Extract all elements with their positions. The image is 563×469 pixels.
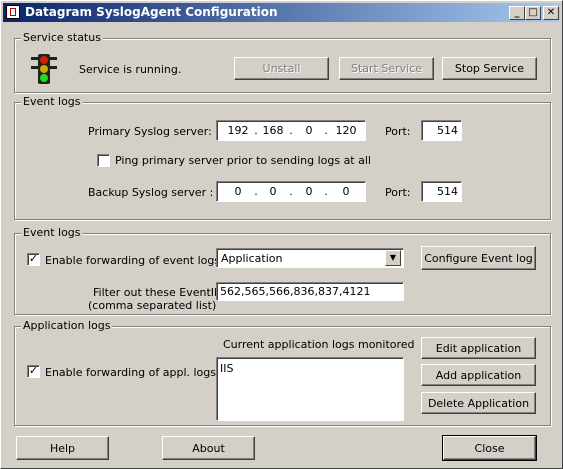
uninstall-button[interactable]: Unstall (234, 57, 329, 80)
enable-appl-logs-checkbox[interactable]: ✓ (27, 365, 40, 378)
delete-application-button[interactable]: Delete Application (421, 392, 536, 414)
app-window: Datagram SyslogAgent Configuration _ □ ✕… (0, 0, 563, 469)
close-window-button[interactable]: ✕ (543, 6, 559, 20)
enable-appl-logs-label: Enable forwarding of appl. logs (45, 366, 216, 379)
event-logs-group-label: Event logs (21, 226, 83, 239)
ip-dot: . (254, 185, 258, 198)
primary-server-label: Primary Syslog server: (88, 125, 212, 138)
traffic-light-icon (31, 54, 57, 84)
primary-ip-octet-4: 120 (335, 124, 357, 137)
help-button[interactable]: Help (16, 436, 109, 460)
primary-ip-octet-2: 168 (262, 124, 284, 137)
list-item[interactable]: IIS (220, 362, 233, 375)
add-application-button[interactable]: Add application (421, 364, 536, 386)
ping-primary-label: Ping primary server prior to sending log… (115, 154, 371, 167)
syslog-servers-group-label: Event logs (21, 95, 83, 108)
primary-ip-octet-3: 0 (305, 124, 313, 137)
primary-port-field[interactable]: 514 (421, 120, 462, 141)
ip-dot: . (324, 124, 328, 137)
monitored-logs-label: Current application logs monitored (223, 338, 415, 351)
event-log-select[interactable]: Application ▼ (216, 248, 404, 268)
backup-ip-field[interactable]: 0 . 0 . 0 . 0 (216, 181, 366, 202)
chevron-down-icon[interactable]: ▼ (385, 250, 401, 266)
backup-ip-octet-2: 0 (269, 185, 277, 198)
backup-port-field[interactable]: 514 (421, 181, 462, 202)
application-logs-list[interactable]: IIS (216, 357, 404, 421)
primary-port-label: Port: (385, 125, 411, 138)
primary-ip-field[interactable]: 192 . 168 . 0 . 120 (216, 120, 366, 141)
backup-ip-octet-1: 0 (234, 185, 242, 198)
ip-dot: . (289, 124, 293, 137)
filter-eventids-hint: (comma separated list) (88, 299, 217, 312)
title-bar[interactable]: Datagram SyslogAgent Configuration _ □ ✕ (3, 3, 560, 22)
enable-event-logs-label: Enable forwarding of event logs (45, 254, 221, 267)
service-status-text: Service is running. (79, 63, 182, 76)
enable-event-logs-checkbox[interactable]: ✓ (27, 253, 40, 266)
stop-service-button[interactable]: Stop Service (442, 57, 537, 80)
ip-dot: . (254, 124, 258, 137)
window-title: Datagram SyslogAgent Configuration (25, 5, 278, 19)
application-logs-group-label: Application logs (21, 319, 113, 332)
ping-primary-checkbox[interactable] (97, 154, 110, 167)
event-log-select-value: Application (221, 252, 283, 265)
about-button[interactable]: About (162, 436, 255, 460)
primary-port-value: 514 (437, 124, 458, 137)
close-button[interactable]: Close (442, 435, 537, 461)
start-service-button[interactable]: Start Service (339, 57, 434, 80)
filter-eventids-input[interactable]: 562,565,566,836,837,4121 (216, 282, 404, 301)
backup-ip-octet-3: 0 (305, 185, 313, 198)
backup-port-value: 514 (437, 185, 458, 198)
primary-ip-octet-1: 192 (227, 124, 249, 137)
backup-server-label: Backup Syslog server : (88, 186, 214, 199)
filter-eventids-label: Filter out these EventIDs: (93, 286, 232, 299)
ip-dot: . (289, 185, 293, 198)
minimize-button[interactable]: _ (509, 6, 525, 20)
filter-eventids-value: 562,565,566,836,837,4121 (220, 285, 371, 298)
app-icon (6, 5, 20, 19)
backup-ip-octet-4: 0 (342, 185, 350, 198)
ip-dot: . (324, 185, 328, 198)
edit-application-button[interactable]: Edit application (421, 337, 536, 359)
service-status-group-label: Service status (21, 31, 103, 44)
backup-port-label: Port: (385, 186, 411, 199)
configure-event-log-button[interactable]: Configure Event log (421, 246, 536, 270)
maximize-button[interactable]: □ (525, 6, 541, 20)
